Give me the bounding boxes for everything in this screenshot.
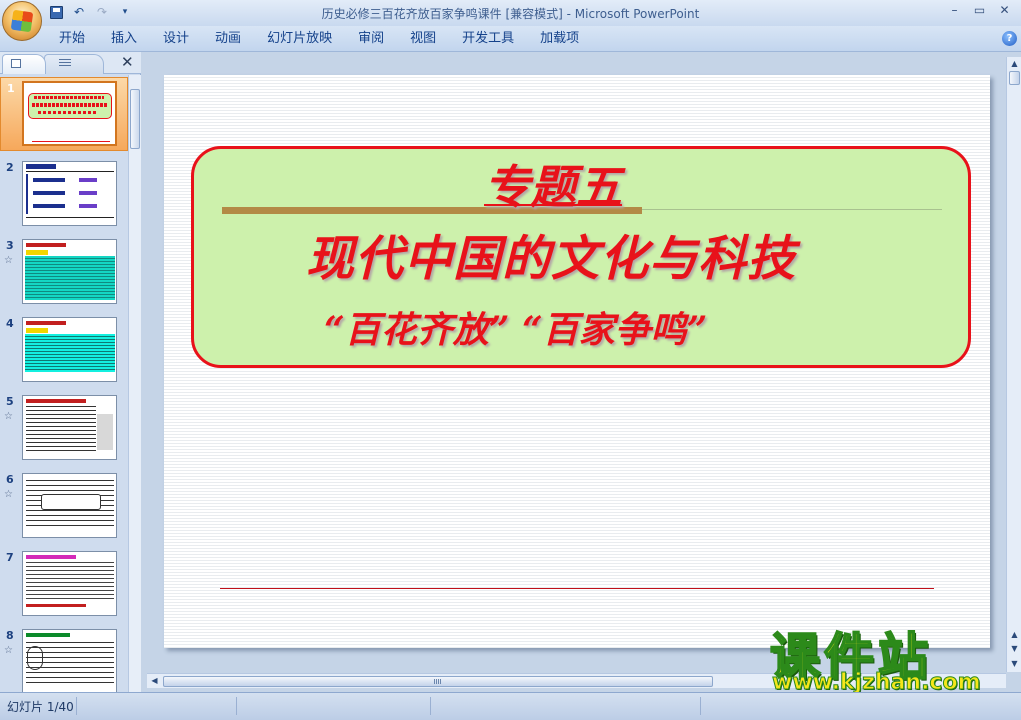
thumbnail-number: 5 [6,395,14,408]
title-box[interactable]: 专题五 现代中国的文化与科技 “百花齐放” “百家争鸣” [191,146,971,368]
status-divider [236,697,237,715]
status-divider [76,697,77,715]
scroll-up-icon[interactable]: ▲ [1009,58,1020,69]
slides-panel: ✕ 1 2 3 ☆ 4 5 ☆ 6 ☆ 7 8 ☆ [0,52,141,692]
thumbnail-number: 4 [6,317,14,330]
tab-view[interactable]: 视图 [397,31,449,47]
vertical-scrollbar[interactable]: ▲ ▲ ▼ ▼ [1006,57,1021,672]
slide-indicator: 幻灯片 1/40 [7,700,74,714]
prev-slide-icon[interactable]: ▲ [1009,629,1020,640]
tab-addins[interactable]: 加载项 [527,31,592,47]
scroll-down-icon[interactable]: ▼ [1009,658,1020,669]
animation-star-icon: ☆ [4,645,13,656]
scroll-left-icon[interactable]: ◀ [149,675,160,686]
horizontal-scroll-thumb[interactable] [163,676,713,687]
thumbnail-number: 8 [6,629,14,642]
slide-editor: 专题五 现代中国的文化与科技 “百花齐放” “百家争鸣” [147,57,1010,672]
panel-close-icon[interactable]: ✕ [121,54,134,70]
thumbnail-1[interactable]: 1 [0,77,128,151]
thumbnail-image [22,239,117,304]
status-divider [700,697,701,715]
office-logo-icon [10,9,34,33]
footer-line [220,588,934,589]
tab-slideshow[interactable]: 幻灯片放映 [254,31,345,47]
panel-tabs: ✕ [0,52,141,74]
vertical-scroll-thumb[interactable] [1009,71,1020,85]
thumbnail-image [22,551,117,616]
help-icon[interactable]: ? [1002,31,1017,46]
tab-review[interactable]: 审阅 [345,31,397,47]
window-controls: – ▭ ✕ [942,2,1017,20]
panel-scroll-thumb[interactable] [130,89,140,149]
thumbnail-6[interactable]: 6 ☆ [0,469,128,543]
title-divider [642,209,942,210]
thumbnail-image [22,317,117,382]
thumbnail-4[interactable]: 4 [0,313,128,387]
thumbnail-3[interactable]: 3 ☆ [0,235,128,309]
thumbnail-number: 3 [6,239,14,252]
slide-title[interactable]: 现代中国的文化与科技 [306,219,796,289]
next-slide-icon[interactable]: ▼ [1009,643,1020,654]
thumbnail-2[interactable]: 2 [0,157,128,231]
thumbnail-number: 1 [7,82,15,95]
status-bar: 幻灯片 1/40 [0,692,1021,720]
thumbnail-number: 6 [6,473,14,486]
status-divider [430,697,431,715]
restore-icon[interactable]: ▭ [967,2,992,20]
thumbnail-number: 2 [6,161,14,174]
outline-tab[interactable] [44,54,104,74]
panel-scrollbar[interactable] [128,75,141,692]
animation-star-icon: ☆ [4,411,13,422]
tab-developer[interactable]: 开发工具 [449,31,527,47]
animation-star-icon: ☆ [4,255,13,266]
thumbnail-list: 1 2 3 ☆ 4 5 ☆ 6 ☆ 7 8 ☆ [0,75,128,692]
slide-canvas[interactable]: 专题五 现代中国的文化与科技 “百花齐放” “百家争鸣” [164,75,990,648]
thumbnail-image [22,629,117,692]
tab-home[interactable]: 开始 [46,31,98,47]
slide-subtitle[interactable]: “百花齐放” “百家争鸣” [324,301,707,353]
animation-star-icon: ☆ [4,489,13,500]
title-bar: ↶ ↷ ▾ 历史必修三百花齐放百家争鸣课件 [兼容模式] - Microsoft… [0,0,1021,26]
slides-icon [11,59,21,68]
thumbnail-image [22,81,117,146]
tab-animation[interactable]: 动画 [202,31,254,47]
slides-tab[interactable] [2,54,46,74]
thumbnail-image [22,161,117,226]
thumbnail-8[interactable]: 8 ☆ [0,625,128,692]
window-title: 历史必修三百花齐放百家争鸣课件 [兼容模式] - Microsoft Power… [321,7,700,21]
slide-heading[interactable]: 专题五 [484,151,622,217]
outline-icon [59,59,71,67]
ribbon-tabs: 开始 插入 设计 动画 幻灯片放映 审阅 视图 开发工具 加载项 ? [0,26,1021,52]
tab-insert[interactable]: 插入 [98,31,150,47]
thumbnail-number: 7 [6,551,14,564]
thumbnail-5[interactable]: 5 ☆ [0,391,128,465]
office-button[interactable] [2,1,42,41]
minimize-icon[interactable]: – [942,2,967,20]
thumbnail-7[interactable]: 7 [0,547,128,621]
tab-design[interactable]: 设计 [150,31,202,47]
thumbnail-image [22,473,117,538]
thumbnail-image [22,395,117,460]
close-icon[interactable]: ✕ [992,2,1017,20]
